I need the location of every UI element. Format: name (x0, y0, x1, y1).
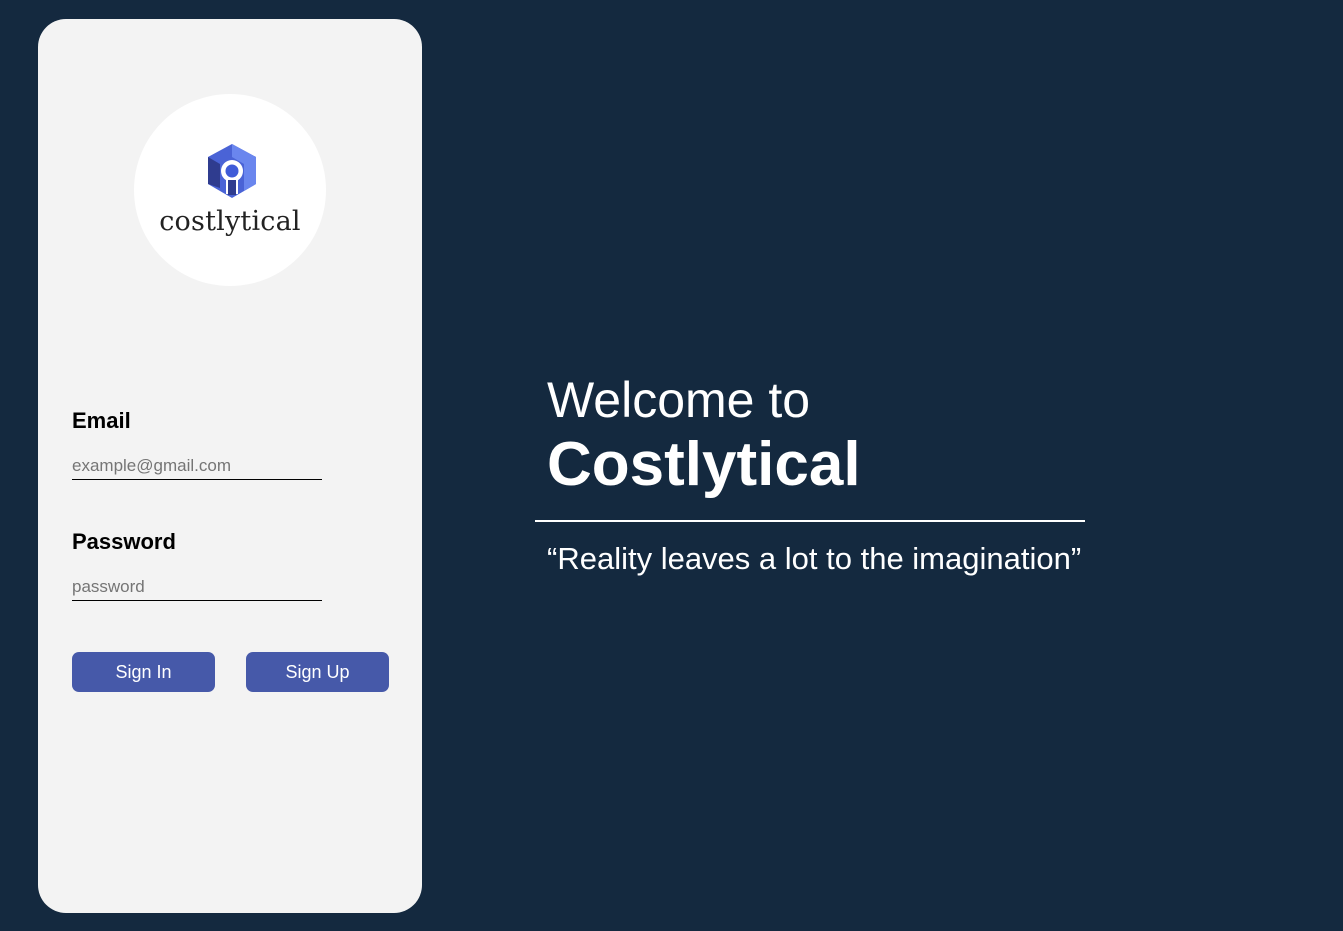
password-label: Password (72, 529, 176, 554)
logo-badge: costlytical (134, 94, 326, 286)
tagline-quote: “Reality leaves a lot to the imagination… (547, 541, 1082, 576)
email-label: Email (72, 408, 131, 433)
login-card: costlytical Email Password Sign In Sign … (38, 19, 422, 913)
login-page: costlytical Email Password Sign In Sign … (0, 0, 1343, 931)
password-field[interactable] (72, 574, 322, 601)
logo-text: costlytical (159, 206, 301, 237)
shield-logo-icon (208, 144, 256, 198)
welcome-text: Welcome to (547, 372, 811, 428)
sign-up-button[interactable]: Sign Up (246, 652, 389, 692)
sign-in-button[interactable]: Sign In (72, 652, 215, 692)
divider (535, 520, 1085, 522)
email-field[interactable] (72, 453, 322, 480)
page-title: Costlytical (547, 430, 861, 499)
